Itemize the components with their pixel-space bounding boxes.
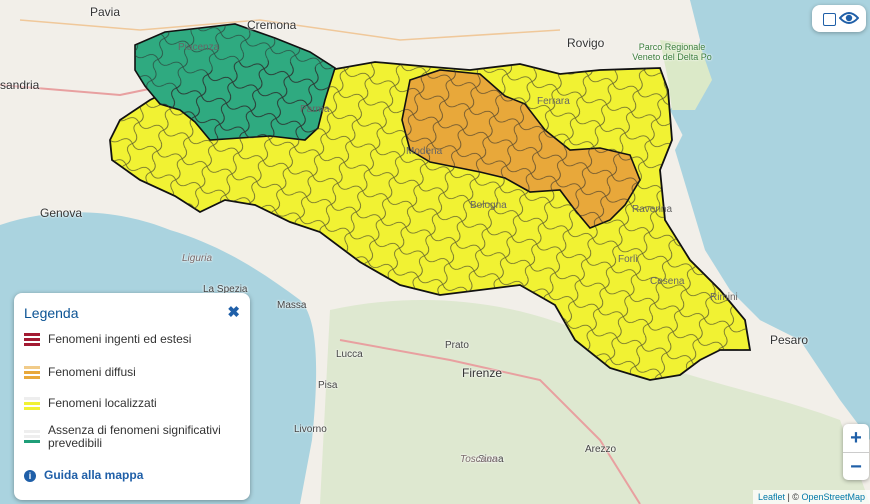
label-rimini: Rimini xyxy=(710,292,738,303)
label-firenze: Firenze xyxy=(462,366,503,380)
legend-label: Fenomeni ingenti ed estesi xyxy=(48,332,192,346)
legend-swatch xyxy=(24,333,40,351)
label-cremona: Cremona xyxy=(247,18,297,32)
legend-label: Assenza di fenomeni significativi preved… xyxy=(48,423,221,450)
legend-title: Legenda xyxy=(24,305,79,321)
zoom-control: + − xyxy=(843,424,869,480)
label-livorno: Livorno xyxy=(294,424,327,435)
label-pesaro: Pesaro xyxy=(770,333,809,347)
label-alessandria: sandria xyxy=(0,78,40,92)
label-toscana: Toscana xyxy=(460,454,498,465)
attribution-sep: | © xyxy=(784,492,802,502)
label-lucca: Lucca xyxy=(336,349,363,360)
label-ravenna: Ravenna xyxy=(632,204,673,215)
label-rovigo: Rovigo xyxy=(567,36,605,50)
legend-swatch xyxy=(24,366,40,384)
label-parma: Parma xyxy=(300,104,330,115)
label-park: Parco Regionale Veneto del Delta Po xyxy=(632,42,712,62)
label-prato: Prato xyxy=(445,340,469,351)
eye-icon[interactable] xyxy=(838,10,860,31)
legend-swatch xyxy=(24,430,40,448)
label-massa: Massa xyxy=(277,300,307,311)
label-forli: Forlì xyxy=(618,254,638,265)
layer-toggle[interactable] xyxy=(812,5,866,32)
osm-link[interactable]: OpenStreetMap xyxy=(801,492,865,502)
legend-label: Fenomeni localizzati xyxy=(48,396,157,410)
zoom-out-button[interactable]: − xyxy=(843,453,869,481)
x-icon[interactable]: ✖ xyxy=(227,303,240,321)
label-genova: Genova xyxy=(40,206,83,220)
legend-panel: Legenda ✖ Fenomeni ingenti ed estesi Fen… xyxy=(14,293,250,500)
label-arezzo: Arezzo xyxy=(585,444,617,455)
leaflet-link[interactable]: Leaflet xyxy=(758,492,785,502)
label-liguria: Liguria xyxy=(182,253,213,264)
label-pisa: Pisa xyxy=(318,380,338,391)
label-modena: Modena xyxy=(406,146,443,157)
legend-label: Fenomeni diffusi xyxy=(48,365,136,379)
legend-swatch xyxy=(24,397,40,415)
label-bologna: Bologna xyxy=(470,200,507,211)
attribution: Leaflet | © OpenStreetMap xyxy=(752,490,870,504)
guide-link[interactable]: i Guida alla mappa xyxy=(24,468,143,482)
label-piacenza: Piacenza xyxy=(178,42,220,53)
label-pavia: Pavia xyxy=(90,5,121,19)
label-ferrara: Ferrara xyxy=(537,96,570,107)
guide-label: Guida alla mappa xyxy=(44,468,144,482)
label-cesena: Cesena xyxy=(650,276,685,287)
checkbox-icon[interactable] xyxy=(823,13,836,26)
info-icon: i xyxy=(24,470,36,482)
zoom-in-button[interactable]: + xyxy=(843,424,869,453)
